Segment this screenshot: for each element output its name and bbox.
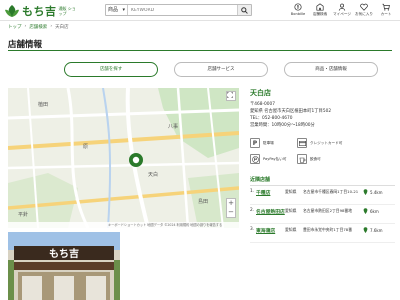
header-link-label: カート (380, 12, 392, 16)
store-address-block: 〒468-0007 愛知県 名古屋市天白区植田本町1丁目502 TEL：052-… (250, 101, 395, 129)
search-bar: 商品 (105, 4, 252, 16)
header-icons: B Bonbille 店舗検索 マイページ お気に入り カート (287, 3, 397, 17)
distance-value: 6km (370, 208, 379, 214)
map-zoom-control[interactable]: + − (226, 198, 236, 218)
drink-icon (297, 154, 307, 164)
header-link-label: マイページ (333, 12, 351, 16)
breadcrumb-store-search[interactable]: 店舗検索 (29, 24, 47, 30)
list-item: 1. 千種店 愛知県 名古屋市千種区春岡1丁目10-21 5.4km (250, 186, 395, 205)
nearby-pref: 愛知県 (285, 208, 297, 213)
map-label: 原 (83, 144, 88, 150)
service-label: 駐車場 (263, 140, 274, 145)
header-link-cart[interactable]: カート (375, 3, 397, 17)
map-label: 島田 (198, 198, 208, 205)
header-link-favorites[interactable]: お気に入り (353, 3, 375, 17)
card-icon (297, 138, 307, 148)
store-name: 天白店 (250, 89, 271, 97)
header-link-bonbille[interactable]: B Bonbille (287, 3, 309, 17)
svg-text:B: B (297, 5, 300, 10)
user-icon (338, 3, 346, 11)
service-parking: P 駐車場 (250, 138, 297, 148)
store-map[interactable]: 植田 天白 平針 八事 原 島田 + − キーボードショートカット 地図データ … (8, 88, 239, 228)
store-info: 天白店 〒468-0007 愛知県 名古屋市天白区植田本町1丁目502 TEL：… (250, 88, 395, 243)
store-address: 愛知県 名古屋市天白区植田本町1丁目502 (250, 109, 332, 114)
map-fullscreen-button[interactable] (226, 91, 236, 101)
nearby-distance: 5.4km (363, 189, 383, 195)
breadcrumb-separator: › (50, 24, 53, 29)
store-sign-text: もち吉 (49, 247, 79, 260)
bonbille-icon: B (294, 3, 302, 11)
nearby-store-link[interactable]: 千種店 (256, 189, 285, 196)
site-header: もち吉 通販 ショップ 商品 B Bonbille 店舗検索 マイページ お気に… (0, 0, 400, 21)
nearby-address: 名古屋市千種区春岡1丁目10-21 (303, 189, 359, 194)
list-item: 2. 名古屋熱田店 愛知県 名古屋市熱田区2丁目98番地 6km (250, 205, 395, 224)
search-button[interactable] (237, 5, 251, 15)
service-paypay: PayPay払い可 (250, 154, 297, 164)
logo-subtext: 通販 ショップ (58, 6, 76, 16)
nearby-address: 名古屋市熱田区2丁目98番地 (303, 208, 353, 213)
page-title: 店舗情報 (8, 40, 43, 50)
service-icons: P 駐車場 クレジットカード可 PayPay払い可 飲食可 (250, 138, 390, 164)
nearby-address: 豊田市永覚中央町1丁目78番 (303, 227, 353, 232)
nearby-pref: 愛知県 (285, 189, 297, 194)
nearby-distance: 6km (363, 208, 379, 214)
store-icon (316, 3, 324, 11)
tab-product-store-info[interactable]: 商品・店舗情報 (284, 62, 378, 77)
service-label: PayPay払い可 (263, 156, 287, 161)
pin-icon (363, 227, 368, 233)
map-label: 天白 (148, 171, 158, 178)
breadcrumb-current: 天白店 (55, 25, 69, 30)
fullscreen-icon (227, 92, 233, 98)
map-label: 植田 (38, 101, 48, 108)
paypay-icon (250, 154, 260, 164)
nearby-store-link[interactable]: 名古屋熱田店 (256, 208, 285, 215)
title-divider (8, 50, 392, 51)
pin-icon (363, 208, 368, 214)
cart-icon (382, 3, 390, 11)
service-label: 飲食可 (310, 156, 321, 161)
parking-icon: P (250, 138, 260, 148)
search-category-select[interactable]: 商品 (106, 5, 128, 15)
logo-leaf-icon (5, 5, 19, 17)
site-logo[interactable]: もち吉 通販 ショップ (4, 3, 77, 19)
distance-value: 7.6km (370, 227, 383, 233)
nearby-pref: 愛知県 (285, 227, 297, 232)
map-canvas: 植田 天白 平針 八事 原 島田 (8, 88, 239, 228)
list-item: 3. 東海蒲店 愛知県 豊田市永覚中央町1丁目78番 7.6km (250, 224, 395, 243)
tab-find-store[interactable]: 店舗を探す (64, 62, 158, 77)
zoom-in-icon[interactable]: + (227, 199, 235, 208)
service-credit-card: クレジットカード可 (297, 138, 344, 148)
map-label: 平針 (18, 211, 28, 218)
pin-icon (363, 189, 368, 195)
breadcrumb-separator: › (24, 24, 27, 29)
store-tel[interactable]: TEL：052-800-4670 (250, 115, 395, 122)
breadcrumb-home[interactable]: トップ (8, 24, 22, 30)
nearby-stores-title: 近隣店舗 (250, 177, 271, 183)
service-label: クレジットカード可 (310, 140, 343, 145)
header-link-store-search[interactable]: 店舗検索 (309, 3, 331, 17)
header-link-label: 店舗検索 (312, 12, 328, 16)
search-icon (241, 6, 248, 14)
store-hours: 営業時間：10時00分～18時00分 (250, 123, 315, 128)
nearby-distance: 7.6km (363, 227, 383, 233)
distance-value: 5.4km (370, 189, 383, 195)
header-link-mypage[interactable]: マイページ (331, 3, 353, 17)
heart-icon (360, 3, 368, 11)
nearby-store-link[interactable]: 東海蒲店 (256, 227, 285, 234)
map-attribution: キーボードショートカット 地図データ ©2024 利用規約 地図の誤りを報告する (8, 222, 239, 228)
logo-text: もち吉 (22, 5, 57, 18)
tab-store-service[interactable]: 店舗サービス (174, 62, 268, 77)
map-label: 八事 (168, 123, 178, 130)
store-postal: 〒468-0007 (250, 102, 275, 107)
service-drink: 飲食可 (297, 154, 344, 164)
breadcrumb: トップ › 店舗検索 › 天白店 (8, 24, 69, 30)
store-photo: もち吉 (8, 232, 120, 300)
store-tabs: 店舗を探す 店舗サービス 商品・店舗情報 (64, 62, 378, 77)
zoom-out-icon[interactable]: − (227, 208, 235, 217)
header-link-label: お気に入り (355, 12, 373, 16)
header-link-label: Bonbille (290, 12, 306, 16)
search-input[interactable] (128, 5, 237, 15)
